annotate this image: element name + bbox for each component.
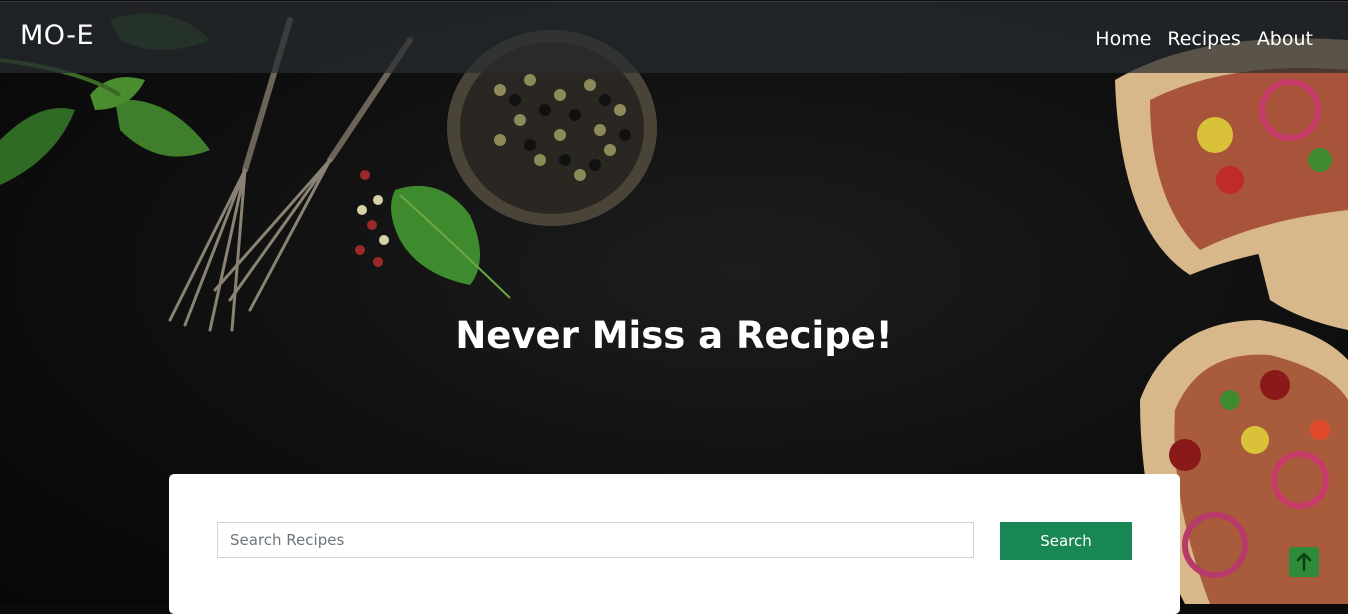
nav-link-home[interactable]: Home (1095, 28, 1151, 50)
nav-link-about[interactable]: About (1257, 28, 1313, 50)
scroll-top-button[interactable] (1289, 547, 1319, 577)
navbar: MO-E Home Recipes About (0, 1, 1348, 73)
nav-links: Home Recipes About (1095, 28, 1313, 50)
search-button[interactable]: Search (1000, 522, 1132, 560)
nav-link-recipes[interactable]: Recipes (1167, 28, 1240, 50)
search-card: Search (169, 474, 1180, 614)
hero-headline: Never Miss a Recipe! (455, 314, 893, 357)
search-input[interactable] (217, 522, 974, 558)
arrow-up-icon (1296, 552, 1312, 572)
brand-logo[interactable]: MO-E (20, 20, 94, 51)
